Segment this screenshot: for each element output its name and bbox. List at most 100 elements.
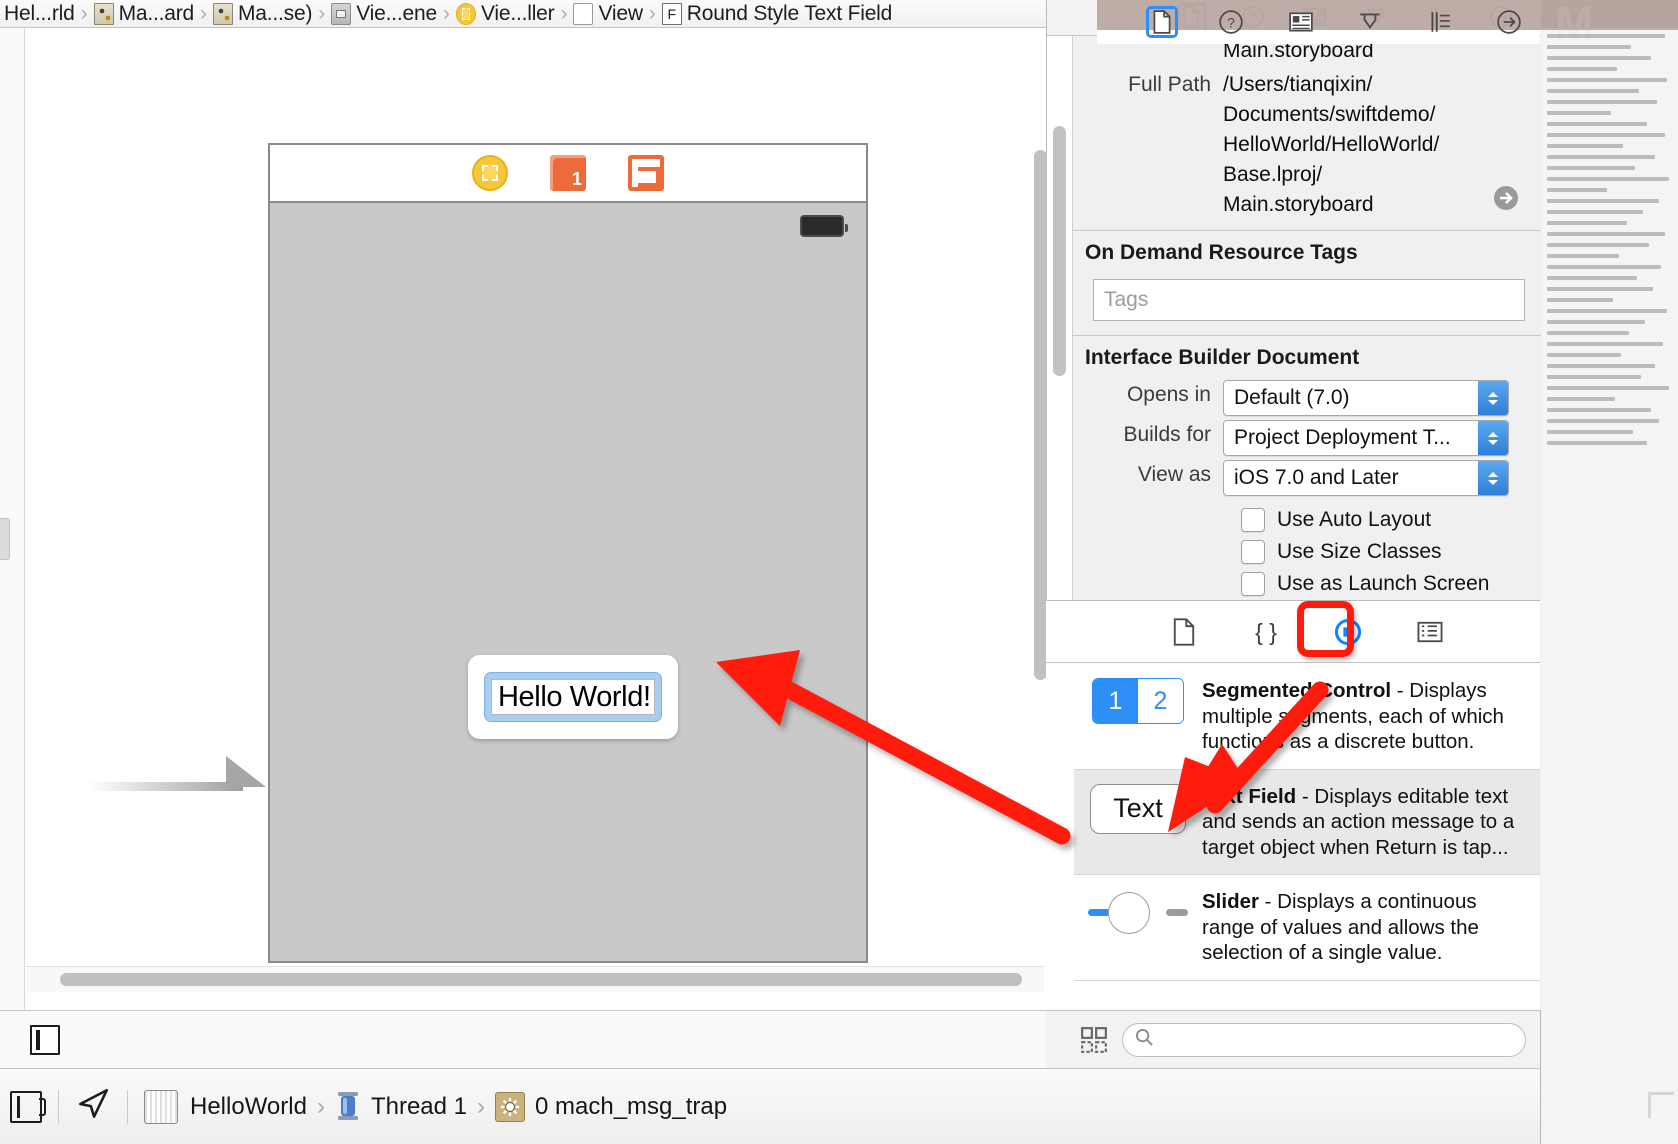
canvas-text-field-selection[interactable]: Hello World!	[468, 655, 678, 739]
file-inspector-tab[interactable]	[1149, 9, 1175, 35]
library-item-text-field[interactable]: Text Text Field - Displays editable text…	[1074, 770, 1540, 876]
xcode-window-screenshot: M Hel...rld	[0, 0, 1678, 1144]
full-path-line: /Users/tianqixin/	[1223, 70, 1439, 100]
view-icon	[573, 3, 593, 25]
opens-in-dropdown[interactable]: Default (7.0)	[1223, 380, 1509, 416]
size-inspector-tab[interactable]	[1427, 9, 1453, 35]
library-filter-bar[interactable]	[1046, 1010, 1540, 1068]
canvas-horizontal-scrollbar[interactable]	[26, 966, 1044, 992]
quick-help-inspector-tab[interactable]: ?	[1218, 9, 1244, 35]
builds-for-row: Builds for Project Deployment T...	[1073, 418, 1541, 458]
breadcrumb-item-scene[interactable]: Vie...ene	[329, 2, 439, 26]
identity-inspector-tab[interactable]	[1288, 9, 1314, 35]
full-path-line: HelloWorld/HelloWorld/	[1223, 130, 1439, 160]
debug-frame-label[interactable]: 0 mach_msg_trap	[535, 1093, 727, 1121]
full-path-value: /Users/tianqixin/ Documents/swiftdemo/ H…	[1223, 70, 1439, 220]
toggle-document-outline-icon[interactable]	[30, 1025, 60, 1055]
breadcrumb-label: View	[598, 2, 642, 26]
chevron-updown-icon[interactable]	[1478, 381, 1508, 415]
view-as-dropdown[interactable]: iOS 7.0 and Later	[1223, 460, 1509, 496]
scene-dock[interactable]: 1	[270, 145, 866, 203]
canvas-vertical-scroll-thumb[interactable]	[1034, 150, 1046, 680]
first-responder-icon[interactable]: 1	[550, 155, 586, 191]
view-controller-icon[interactable]	[472, 155, 508, 191]
search-icon	[1135, 1028, 1154, 1052]
breadcrumb-separator: ›	[200, 2, 207, 26]
file-template-library-tab[interactable]	[1169, 617, 1199, 647]
view-as-label: View as	[1073, 460, 1223, 496]
library-item-description: Segmented Control - Displays multiple se…	[1202, 678, 1528, 755]
view-controller-icon	[456, 3, 476, 25]
use-auto-layout-checkbox[interactable]	[1241, 508, 1265, 532]
canvas-document-outline-handle[interactable]	[0, 518, 10, 560]
background-window-text-lines	[1547, 34, 1675, 452]
on-demand-resource-tags-title: On Demand Resource Tags	[1073, 231, 1541, 273]
thread-icon	[335, 1090, 361, 1124]
breadcrumb-item-project[interactable]: Hel...rld	[2, 2, 77, 26]
inspector-scroll-thumb[interactable]	[1053, 126, 1066, 376]
use-auto-layout-label: Use Auto Layout	[1277, 508, 1431, 532]
library-search-input[interactable]	[1122, 1023, 1526, 1057]
breadcrumb-item-view[interactable]: View	[571, 2, 644, 26]
code-snippet-library-tab[interactable]: { }	[1251, 617, 1281, 647]
interface-builder-canvas[interactable]: 1 Hello World!	[0, 28, 1046, 1010]
library-item-description: Slider - Displays a continuous range of …	[1202, 889, 1528, 966]
use-size-classes-checkbox[interactable]	[1241, 540, 1265, 564]
debug-thread-label[interactable]: Thread 1	[371, 1093, 467, 1121]
connections-inspector-tab[interactable]	[1496, 9, 1522, 35]
simulate-location-icon[interactable]	[75, 1086, 111, 1127]
scene-view-body[interactable]: Hello World!	[270, 203, 866, 961]
storyboard-icon	[94, 3, 114, 25]
library-item-slider[interactable]: Slider - Displays a continuous range of …	[1074, 875, 1540, 981]
segment-2-label: 2	[1138, 679, 1183, 723]
opens-in-row: Opens in Default (7.0)	[1073, 378, 1541, 418]
text-field-input[interactable]: Hello World!	[491, 679, 655, 715]
storyboard-scene[interactable]: 1 Hello World!	[268, 143, 868, 963]
builds-for-value: Project Deployment T...	[1234, 426, 1451, 450]
canvas-footer-bar	[0, 1010, 1046, 1068]
use-auto-layout-row[interactable]: Use Auto Layout	[1073, 498, 1541, 536]
breadcrumb-label: Vie...ene	[356, 2, 437, 26]
debug-process-label[interactable]: HelloWorld	[190, 1093, 307, 1121]
media-library-tab[interactable]	[1415, 617, 1445, 647]
library-item-segmented-control[interactable]: 1 2 Segmented Control - Displays multipl…	[1074, 664, 1540, 770]
use-as-launch-screen-row[interactable]: Use as Launch Screen	[1073, 568, 1541, 600]
breadcrumb-separator: ›	[443, 2, 450, 26]
full-path-label: Full Path	[1073, 70, 1223, 220]
breadcrumb-item-storyboard[interactable]: Ma...ard	[92, 2, 196, 26]
text-field-icon: F	[662, 3, 682, 25]
library-panel[interactable]: { } 1 2 Se	[1046, 600, 1540, 1010]
library-tab-bar[interactable]: { }	[1046, 601, 1540, 663]
breadcrumb-item-text-field[interactable]: F Round Style Text Field	[660, 2, 894, 26]
segment-1-label: 1	[1093, 679, 1138, 723]
canvas-horizontal-scroll-thumb[interactable]	[60, 973, 1022, 986]
jump-bar-breadcrumb[interactable]: Hel...rld › Ma...ard › Ma...se) › Vie...…	[0, 0, 1046, 28]
breadcrumb-separator: ›	[649, 2, 656, 26]
debug-bar[interactable]: HelloWorld › Thread 1 › 0 mach_msg_trap	[0, 1068, 1540, 1144]
tags-input[interactable]: Tags	[1093, 279, 1525, 321]
library-item-list[interactable]: 1 2 Segmented Control - Displays multipl…	[1074, 664, 1540, 1010]
storyboard-icon	[213, 3, 233, 25]
object-library-tab[interactable]	[1333, 617, 1363, 647]
use-as-launch-screen-checkbox[interactable]	[1241, 572, 1265, 596]
stack-frame-icon	[495, 1092, 525, 1122]
reveal-in-finder-icon[interactable]	[1493, 185, 1519, 216]
use-size-classes-row[interactable]: Use Size Classes	[1073, 536, 1541, 568]
builds-for-label: Builds for	[1073, 420, 1223, 456]
scene-icon	[331, 3, 351, 25]
breadcrumb-item-view-controller[interactable]: Vie...ller	[454, 2, 556, 26]
opens-in-label: Opens in	[1073, 380, 1223, 416]
xcode-main-window: Hel...rld › Ma...ard › Ma...se) › Vie...…	[0, 0, 1540, 1144]
text-field-thumb-label: Text	[1090, 784, 1186, 834]
hide-debug-area-icon[interactable]	[10, 1091, 42, 1123]
chevron-updown-icon[interactable]	[1478, 461, 1508, 495]
breadcrumb-item-storyboard-base[interactable]: Ma...se)	[211, 2, 314, 26]
chevron-updown-icon[interactable]	[1478, 421, 1508, 455]
exit-icon[interactable]	[628, 155, 664, 191]
grid-view-icon[interactable]	[1080, 1026, 1108, 1054]
attributes-inspector-tab[interactable]	[1357, 9, 1383, 35]
text-field-value: Hello World!	[498, 681, 651, 714]
inspector-tab-bar-overlay[interactable]: ?	[1097, 0, 1540, 44]
builds-for-dropdown[interactable]: Project Deployment T...	[1223, 420, 1509, 456]
breadcrumb-separator: ›	[560, 2, 567, 26]
